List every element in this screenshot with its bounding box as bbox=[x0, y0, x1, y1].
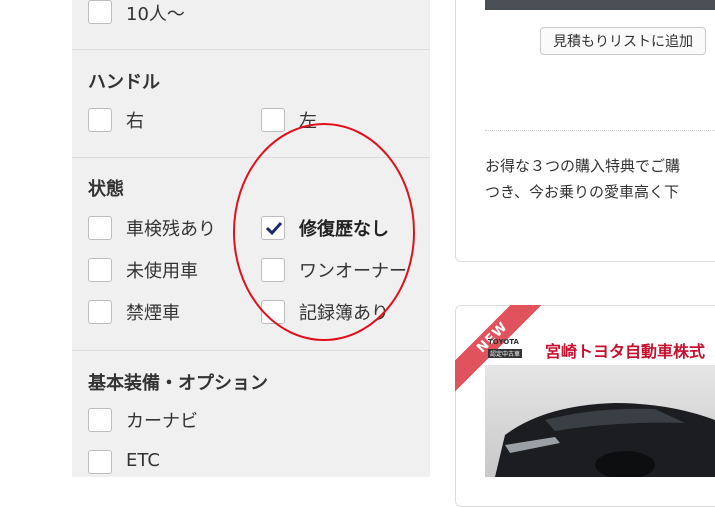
promo-text-line1: お得な３つの購入特典でご購 bbox=[485, 157, 681, 175]
condition-section-title: 状態 bbox=[88, 179, 124, 200]
condition-inspection-checkbox[interactable] bbox=[88, 216, 112, 240]
equipment-section-title: 基本装備・オプション bbox=[88, 373, 268, 394]
toyota-logo: TOYOTA 認定中古車 bbox=[488, 338, 540, 360]
car-image bbox=[495, 403, 715, 479]
handle-section-title: ハンドル bbox=[88, 72, 160, 93]
dealer-name[interactable]: 宮崎トヨタ自動車株式 bbox=[545, 338, 705, 362]
add-to-estimate-button[interactable]: 見積もりリストに追加 bbox=[540, 27, 706, 55]
condition-unused-checkbox[interactable] bbox=[88, 258, 112, 282]
equipment-navi-label: カーナビ bbox=[126, 411, 198, 432]
equipment-etc-label: ETC bbox=[126, 450, 160, 471]
capacity-10plus-label: 10人～ bbox=[126, 4, 185, 25]
logo-sub: 認定中古車 bbox=[488, 349, 523, 358]
promo-text-line2: つき、今お乗りの愛車高く下 bbox=[485, 183, 679, 201]
condition-non-smoking-label: 禁煙車 bbox=[126, 303, 180, 324]
condition-non-smoking-checkbox[interactable] bbox=[88, 300, 112, 324]
logo-brand: TOYOTA bbox=[488, 338, 519, 346]
divider bbox=[485, 130, 715, 131]
condition-inspection-label: 車検残あり bbox=[126, 219, 216, 240]
annotation-circle bbox=[233, 123, 415, 341]
car-photo[interactable] bbox=[485, 365, 715, 479]
capacity-10plus-checkbox[interactable] bbox=[88, 0, 112, 24]
condition-unused-label: 未使用車 bbox=[126, 261, 198, 282]
equipment-navi-checkbox[interactable] bbox=[88, 408, 112, 432]
divider bbox=[72, 350, 430, 351]
equipment-etc-checkbox[interactable] bbox=[88, 450, 112, 474]
handle-right-label: 右 bbox=[126, 111, 144, 132]
handle-right-checkbox[interactable] bbox=[88, 108, 112, 132]
divider bbox=[72, 49, 430, 50]
listing-photo bbox=[485, 0, 715, 10]
